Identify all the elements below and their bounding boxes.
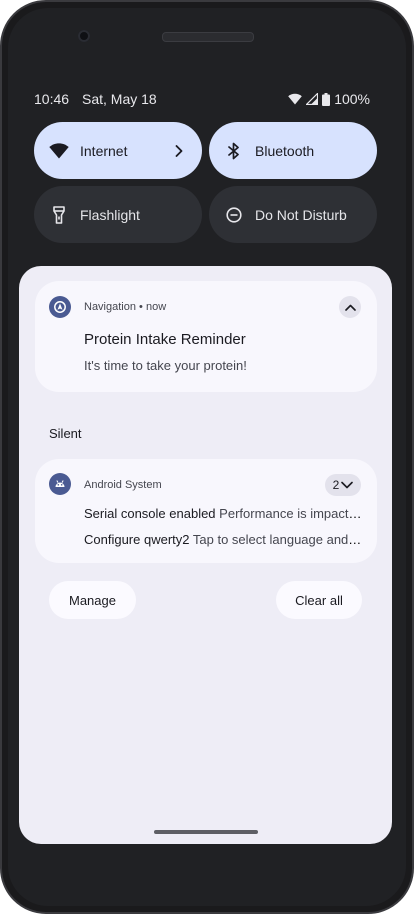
status-time: 10:46: [34, 91, 70, 107]
tile-do-not-disturb-label: Do Not Disturb: [255, 206, 347, 223]
clear-all-button[interactable]: Clear all: [276, 581, 362, 619]
notification-text: It's time to take your protein!: [84, 358, 247, 373]
expand-group-button[interactable]: 2: [325, 474, 361, 496]
android-system-app-name: Android System: [84, 479, 162, 491]
notification-time: now: [145, 301, 167, 313]
flashlight-icon: [49, 205, 69, 225]
do-not-disturb-icon: [224, 205, 244, 225]
tile-flashlight-label: Flashlight: [80, 206, 140, 223]
bluetooth-icon: [224, 141, 244, 161]
chevron-right-icon[interactable]: [172, 144, 186, 158]
notification-count: 2: [332, 478, 340, 492]
earpiece-speaker: [162, 32, 254, 42]
tile-internet-label: Internet: [80, 142, 128, 159]
notification-title: Protein Intake Reminder: [84, 331, 246, 348]
tile-bluetooth[interactable]: Bluetooth: [209, 122, 377, 179]
header-separator: •: [139, 301, 143, 313]
collapse-button[interactable]: [339, 296, 361, 318]
tile-bluetooth-label: Bluetooth: [255, 142, 315, 159]
silent-section-label: Silent: [49, 426, 82, 441]
navigation-app-icon: [49, 296, 71, 318]
notification-row-configure-keyboard[interactable]: Configure qwerty2 Tap to select language…: [84, 532, 364, 547]
row-text: Performance is impacted. To disable, che…: [219, 506, 364, 521]
android-system-icon: [49, 473, 71, 495]
status-icons: 100%: [288, 91, 370, 107]
notification-card-android-system[interactable]: Android System 2 Serial console enabled …: [35, 459, 377, 563]
phone-frame: 10:46 Sat, May 18 100% Internet Bluetoot…: [0, 0, 414, 914]
status-date: Sat, May 18: [82, 91, 157, 107]
row-title: Serial console enabled: [84, 506, 216, 521]
notification-header: Navigation • now: [84, 301, 166, 313]
row-text: Tap to select language and layout: [192, 532, 364, 547]
battery-percentage: 100%: [334, 91, 370, 107]
notification-app-name: Navigation: [84, 301, 136, 313]
row-title: Configure qwerty2: [84, 532, 190, 547]
chevron-up-icon: [344, 298, 356, 316]
notification-card-navigation[interactable]: Navigation • now Protein Intake Reminder…: [35, 281, 377, 392]
notification-shade: Navigation • now Protein Intake Reminder…: [19, 266, 392, 844]
tile-internet[interactable]: Internet: [34, 122, 202, 179]
wifi-icon: [49, 141, 69, 161]
chevron-down-icon: [341, 478, 354, 492]
manage-button[interactable]: Manage: [49, 581, 136, 619]
tile-flashlight[interactable]: Flashlight: [34, 186, 202, 243]
battery-icon: [322, 92, 331, 106]
cell-signal-icon: [306, 93, 319, 105]
front-camera: [78, 30, 90, 42]
status-bar: 10:46 Sat, May 18 100%: [34, 91, 370, 109]
home-indicator[interactable]: [154, 830, 258, 834]
wifi-icon: [288, 93, 302, 105]
tile-do-not-disturb[interactable]: Do Not Disturb: [209, 186, 377, 243]
notification-row-serial-console[interactable]: Serial console enabled Performance is im…: [84, 506, 364, 521]
